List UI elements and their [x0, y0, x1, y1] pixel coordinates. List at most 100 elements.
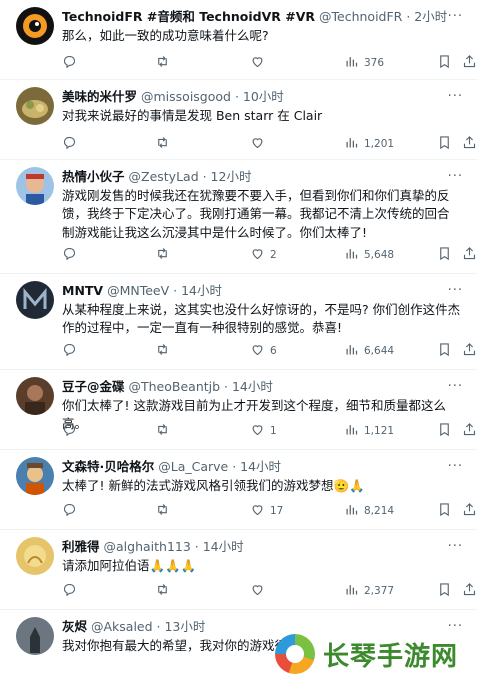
like-button[interactable]: 1: [250, 422, 277, 440]
bookmark-button[interactable]: [437, 502, 452, 520]
display-name[interactable]: 热情小伙子: [62, 169, 125, 184]
display-name[interactable]: MNTV: [62, 283, 103, 298]
share-button[interactable]: [462, 422, 477, 440]
more-icon[interactable]: ···: [448, 379, 463, 394]
timestamp[interactable]: 10小时: [243, 89, 284, 104]
avatar[interactable]: [16, 537, 54, 575]
like-button[interactable]: [250, 54, 270, 72]
views-button[interactable]: 2,377: [344, 582, 394, 600]
retweet-button[interactable]: [155, 246, 175, 264]
like-icon: [250, 502, 265, 520]
reply-button[interactable]: [62, 422, 82, 440]
share-button[interactable]: [462, 135, 477, 153]
display-name[interactable]: 灰烬: [62, 619, 87, 634]
retweet-button[interactable]: [155, 422, 175, 440]
bookmark-icon: [437, 422, 452, 440]
handle[interactable]: @ZestyLad: [129, 169, 199, 184]
bookmark-button[interactable]: [437, 54, 452, 72]
reply-button[interactable]: [62, 54, 82, 72]
timestamp[interactable]: 14小时: [240, 459, 281, 474]
timestamp[interactable]: 12小时: [211, 169, 252, 184]
more-icon[interactable]: ···: [448, 539, 463, 554]
reply-button[interactable]: [62, 342, 82, 360]
views-button[interactable]: 1,121: [344, 422, 394, 440]
timestamp[interactable]: 14小时: [232, 379, 273, 394]
avatar[interactable]: [16, 281, 54, 319]
more-icon[interactable]: ···: [448, 89, 463, 104]
bookmark-icon: [437, 54, 452, 72]
display-name[interactable]: 利雅得: [62, 539, 100, 554]
views-icon: [344, 246, 359, 264]
bookmark-icon: [437, 135, 452, 153]
share-button[interactable]: [462, 502, 477, 520]
tweet[interactable]: 豆子@金碟 @TheoBeantjb · 14小时 ··· 你们太棒了! 这款游…: [0, 370, 477, 450]
handle[interactable]: @missoisgood: [141, 89, 231, 104]
reply-button[interactable]: [62, 135, 82, 153]
timestamp[interactable]: 14小时: [203, 539, 244, 554]
like-button[interactable]: [250, 582, 270, 600]
like-button[interactable]: 6: [250, 342, 277, 360]
tweet[interactable]: MNTV @MNTeeV · 14小时 ··· 从某种程度上来说，这其实也没什么…: [0, 274, 477, 370]
handle[interactable]: @TechnoidFR: [319, 9, 402, 24]
views-button[interactable]: 6,644: [344, 342, 394, 360]
bookmark-button[interactable]: [437, 422, 452, 440]
handle[interactable]: @alghaith113: [104, 539, 191, 554]
bookmark-button[interactable]: [437, 135, 452, 153]
reply-button[interactable]: [62, 246, 82, 264]
retweet-icon: [155, 422, 170, 440]
handle[interactable]: @MNTeeV: [107, 283, 169, 298]
avatar[interactable]: [16, 87, 54, 125]
like-icon: [250, 246, 265, 264]
like-button[interactable]: 2: [250, 246, 277, 264]
share-button[interactable]: [462, 582, 477, 600]
views-button[interactable]: 5,648: [344, 246, 394, 264]
display-name[interactable]: 文森特·贝哈格尔: [62, 459, 154, 474]
tweet[interactable]: TechnoidFR #音频和 TechnoidVR #VR @Technoid…: [0, 0, 477, 80]
views-button[interactable]: 1,201: [344, 135, 394, 153]
reply-button[interactable]: [62, 502, 82, 520]
timestamp[interactable]: 13小时: [164, 619, 205, 634]
reply-button[interactable]: [62, 582, 82, 600]
share-button[interactable]: [462, 246, 477, 264]
share-button[interactable]: [462, 54, 477, 72]
views-button[interactable]: 376: [344, 54, 384, 72]
share-button[interactable]: [462, 342, 477, 360]
retweet-button[interactable]: [155, 135, 175, 153]
more-icon[interactable]: ···: [448, 459, 463, 474]
like-button[interactable]: 17: [250, 502, 283, 520]
more-icon[interactable]: ···: [448, 169, 463, 184]
retweet-icon: [155, 342, 170, 360]
retweet-button[interactable]: [155, 342, 175, 360]
retweet-button[interactable]: [155, 502, 175, 520]
tweet[interactable]: 文森特·贝哈格尔 @La_Carve · 14小时 ··· 太棒了! 新鲜的法式…: [0, 450, 477, 530]
retweet-button[interactable]: [155, 54, 175, 72]
more-icon[interactable]: ···: [448, 283, 463, 298]
timestamp[interactable]: 14小时: [181, 283, 222, 298]
share-icon: [462, 422, 477, 440]
display-name[interactable]: 豆子@金碟: [62, 379, 125, 394]
avatar[interactable]: [16, 617, 54, 655]
display-name[interactable]: 美味的米什罗: [62, 89, 137, 104]
avatar[interactable]: [16, 167, 54, 205]
more-icon[interactable]: ···: [448, 9, 463, 24]
views-icon: [344, 422, 359, 440]
handle[interactable]: @TheoBeantjb: [129, 379, 221, 394]
bookmark-button[interactable]: [437, 582, 452, 600]
bookmark-button[interactable]: [437, 342, 452, 360]
tweet[interactable]: 美味的米什罗 @missoisgood · 10小时 ··· 对我来说最好的事情…: [0, 80, 477, 160]
avatar[interactable]: [16, 457, 54, 495]
retweet-button[interactable]: [155, 582, 175, 600]
avatar[interactable]: [16, 7, 54, 45]
share-icon: [462, 342, 477, 360]
handle[interactable]: @Aksaled: [91, 619, 153, 634]
reply-icon: [62, 502, 77, 520]
handle[interactable]: @La_Carve: [158, 459, 228, 474]
avatar[interactable]: [16, 377, 54, 415]
views-button[interactable]: 8,214: [344, 502, 394, 520]
display-name[interactable]: TechnoidFR #音频和 TechnoidVR #VR: [62, 9, 315, 24]
tweet[interactable]: 利雅得 @alghaith113 · 14小时 ··· 请添加阿拉伯语🙏🙏🙏 2…: [0, 530, 477, 610]
tweet[interactable]: 热情小伙子 @ZestyLad · 12小时 ··· 游戏刚发售的时候我还在犹豫…: [0, 160, 477, 274]
like-button[interactable]: [250, 135, 270, 153]
bookmark-button[interactable]: [437, 246, 452, 264]
timestamp[interactable]: 2小时: [414, 9, 447, 24]
